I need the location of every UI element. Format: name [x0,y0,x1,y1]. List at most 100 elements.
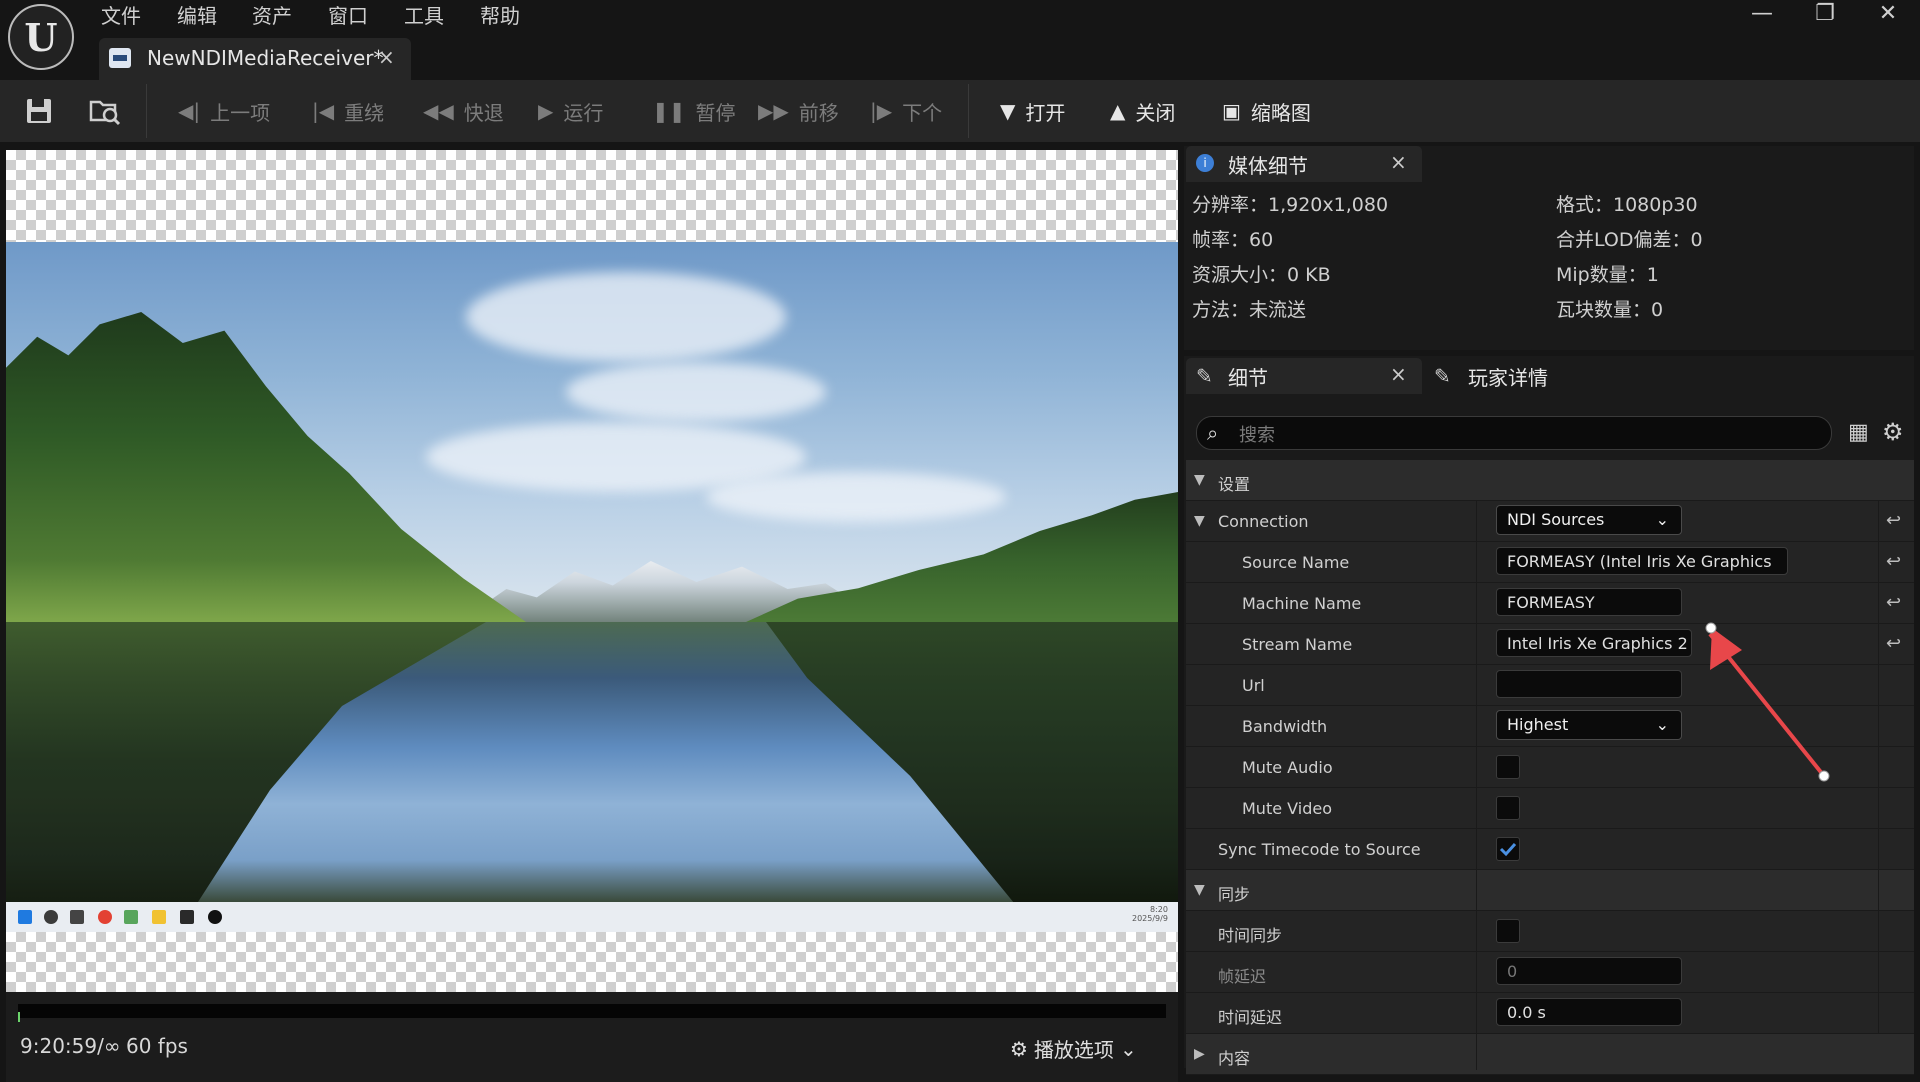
timeline-marker[interactable] [18,1012,20,1022]
tab-close-icon[interactable]: × [1390,150,1407,174]
bandwidth-label: Bandwidth [1242,717,1328,736]
property-sync-timecode: Sync Timecode to Source [1186,829,1914,870]
timeline-scrubber[interactable] [18,1004,1166,1018]
menu-edit[interactable]: 编辑 [177,0,217,28]
settings-gear-icon[interactable]: ⚙ [1882,418,1904,446]
format-info: 格式：1080p30 [1556,194,1698,216]
document-tab[interactable]: NewNDIMediaReceiver* × [99,38,411,80]
info-icon: i [1196,154,1214,172]
frame-delay-field[interactable]: 0 [1496,957,1682,985]
media-receiver-icon [109,48,131,68]
next-button[interactable]: |▶ 下个 [870,96,942,126]
browse-icon[interactable] [88,96,121,126]
mute-audio-label: Mute Audio [1242,758,1333,777]
sync-timecode-label: Sync Timecode to Source [1218,840,1421,859]
reset-to-default-icon[interactable]: ↩ [1886,551,1901,572]
category-settings[interactable]: ▼ 设置 [1186,460,1914,501]
open-button[interactable]: ▼ 打开 [1000,96,1065,126]
menu-tools[interactable]: 工具 [404,0,444,28]
url-field[interactable] [1496,670,1682,698]
column-splitter[interactable] [1476,501,1477,1070]
table-view-icon[interactable]: ▦ [1848,420,1869,445]
mute-video-checkbox[interactable] [1496,796,1520,820]
document-tab-title: NewNDIMediaReceiver* [147,46,384,70]
menu-file[interactable]: 文件 [101,0,141,28]
tab-close-icon[interactable]: × [378,45,395,69]
chevron-down-icon: ⌄ [1655,510,1669,529]
time-delay-field[interactable]: 0.0 s [1496,998,1682,1026]
source-name-field[interactable]: FORMEASY (Intel Iris Xe Graphics 2) [1496,547,1788,599]
open-label: 打开 [1025,100,1066,125]
machine-name-field[interactable]: FORMEASY [1496,588,1682,616]
save-icon[interactable] [24,96,54,126]
mute-video-label: Mute Video [1242,799,1332,818]
time-delay-label: 时间延迟 [1218,1008,1283,1027]
reverse-icon: ◀◀ [423,99,454,123]
unreal-logo-icon[interactable]: U [8,4,74,70]
menu-help[interactable]: 帮助 [480,0,520,28]
playback-time: 9:20:59/∞ [20,1034,121,1058]
menu-window[interactable]: 窗口 [328,0,368,28]
media-viewport[interactable]: 8:20 2025/9/9 [6,150,1178,992]
close-window-button[interactable]: ✕ [1860,0,1916,30]
pause-button[interactable]: ❚❚ 暂停 [652,96,736,126]
chevron-down-icon: ⌄ [1655,715,1669,734]
machine-name-label: Machine Name [1242,594,1362,613]
category-sync[interactable]: ▼ 同步 [1186,870,1914,911]
property-time-sync: 时间同步 [1186,911,1914,952]
captured-taskbar: 8:20 2025/9/9 [6,902,1178,932]
playback-fps: 60 fps [126,1034,188,1058]
reset-to-default-icon[interactable]: ↩ [1886,633,1901,654]
toolbar [0,80,1920,142]
mute-audio-checkbox[interactable] [1496,755,1520,779]
source-name-label: Source Name [1242,553,1350,572]
expand-triangle-icon: ▼ [1194,513,1205,529]
transparency-checker-top [6,150,1178,242]
category-content[interactable]: ▶ 内容 [1186,1034,1914,1075]
bandwidth-dropdown[interactable]: Highest ⌄ [1496,710,1682,740]
app-icon [124,910,138,924]
reset-to-default-icon[interactable]: ↩ [1886,510,1901,531]
tab-player-details[interactable]: ✎ 玩家详情 [1428,358,1628,394]
minimize-button[interactable]: — [1734,0,1790,30]
taskbar-clock: 8:20 2025/9/9 [1132,905,1168,923]
category-content-label: 内容 [1218,1049,1251,1068]
tab-close-icon[interactable]: × [1390,362,1407,386]
rewind-label: 重绕 [344,100,385,125]
toolbar-separator [146,84,147,138]
rewind-button[interactable]: |◀ 重绕 [312,96,384,126]
restore-button[interactable]: ❐ [1797,0,1853,30]
play-button[interactable]: ▶ 运行 [538,96,603,126]
player-details-tab-label: 玩家详情 [1468,366,1548,390]
tab-media-details[interactable]: i 媒体细节 × [1186,146,1422,182]
search-icon: ⌕ [1207,421,1219,445]
connection-dropdown[interactable]: NDI Sources ⌄ [1496,505,1682,535]
close-button[interactable]: ▲ 关闭 [1110,96,1175,126]
next-label: 下个 [902,100,943,125]
transparency-checker-bottom [6,932,1178,992]
previous-button[interactable]: ◀| 上一项 [178,96,270,126]
forward-button[interactable]: ▶▶ 前移 [758,96,839,126]
folder-icon [152,910,166,924]
thumbnail-button[interactable]: ▣ 缩略图 [1222,96,1311,126]
reset-to-default-icon[interactable]: ↩ [1886,592,1901,613]
expand-triangle-icon: ▼ [1194,472,1205,488]
thumbnail-label: 缩略图 [1250,100,1311,125]
search-placeholder: 搜索 [1239,425,1275,446]
connection-label: Connection [1218,512,1309,531]
expand-triangle-icon: ▼ [1194,882,1205,898]
search-input[interactable]: ⌕ 搜索 [1196,416,1832,450]
tab-details[interactable]: ✎ 细节 × [1186,358,1422,394]
category-sync-label: 同步 [1218,885,1251,904]
time-sync-label: 时间同步 [1218,926,1283,945]
rewind-icon: |◀ [312,99,335,123]
playback-options-button[interactable]: ⚙ 播放选项 ⌄ [1010,1034,1137,1063]
category-settings-label: 设置 [1218,475,1251,494]
reverse-button[interactable]: ◀◀ 快退 [423,96,504,126]
windows-icon [18,910,32,924]
chrome-icon [98,910,112,924]
stream-name-field[interactable]: Intel Iris Xe Graphics 2 [1496,629,1692,657]
menu-asset[interactable]: 资产 [252,0,292,28]
sync-timecode-checkbox[interactable] [1496,837,1520,861]
time-sync-checkbox[interactable] [1496,919,1520,943]
